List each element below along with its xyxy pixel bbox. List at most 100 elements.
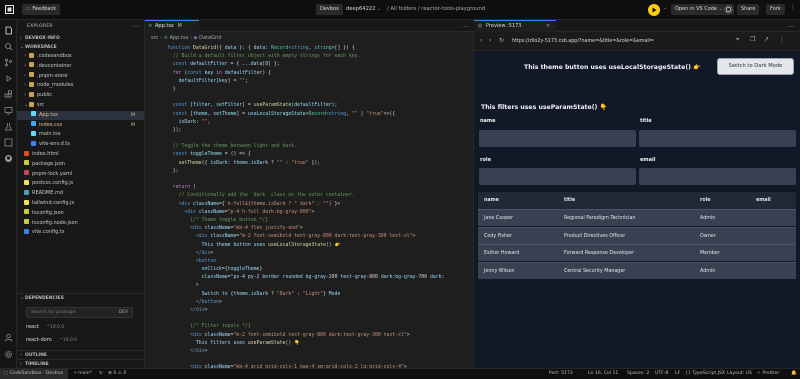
switch-theme-button[interactable]: Switch to Dark Mode [717, 58, 794, 75]
code-line[interactable]: const [theme, setTheme] = useLocalStorag… [145, 111, 474, 119]
problems-indicator[interactable]: ⊗ 0 ⚠ 0 [108, 369, 126, 379]
table-row[interactable]: Jenny Wilson Central Security Manager Admi… [478, 261, 796, 279]
code-line[interactable] [145, 135, 474, 143]
chevron-down-icon[interactable]: ⌄ [377, 6, 381, 12]
breadcrumb-symbol[interactable]: DataGrid [199, 35, 221, 41]
file-tree-item[interactable]: › .devcontainer [17, 62, 144, 71]
outline-section[interactable]: › OUTLINE [17, 350, 144, 359]
dependency-row[interactable]: react ^19.0.0 [17, 323, 144, 332]
codesandbox-logo-icon[interactable] [5, 5, 14, 14]
code-line[interactable]: <div className={`h-full${theme.isDark ? … [145, 201, 474, 209]
prettier-indicator[interactable]: ✓ Prettier [757, 369, 779, 379]
refresh-icon[interactable]: ↻ [499, 37, 504, 44]
branch-indicator[interactable]: ⑂ main* [74, 369, 92, 379]
back-icon[interactable]: ‹ [480, 37, 482, 44]
tab-app-tsx[interactable]: ⚛ App.tsx M [145, 20, 199, 32]
file-tree-item[interactable]: vite.config.ts [17, 228, 144, 237]
filter-input-role[interactable] [479, 168, 636, 185]
file-tree-item[interactable]: tsconfig.json [17, 209, 144, 218]
code-line[interactable]: {/* Theme toggle button */} [145, 217, 474, 225]
column-header[interactable]: name [484, 192, 499, 209]
file-tree-item[interactable]: vite-env.d.ts [17, 140, 144, 149]
column-header[interactable]: email [756, 192, 771, 209]
feedback-button[interactable]: ▭ Feedback [22, 4, 61, 15]
forward-icon[interactable]: › [489, 37, 491, 44]
file-tree-item[interactable]: App.tsx M [17, 110, 144, 120]
code-line[interactable]: }; [145, 168, 474, 176]
code-line[interactable]: <div className="p-4 h-full dark:bg-gray-… [145, 209, 474, 217]
column-header[interactable]: role [700, 192, 711, 209]
code-line[interactable]: }); [145, 127, 474, 135]
code-line[interactable]: onClick={toggleTheme} [145, 266, 474, 274]
code-line[interactable] [145, 94, 474, 102]
device-icon[interactable]: ⌖ [736, 36, 739, 44]
github-icon[interactable] [4, 154, 13, 163]
code-line[interactable]: {/* Filter inputs */} [145, 323, 474, 331]
remote-explorer-icon[interactable] [4, 106, 13, 115]
file-tree-item[interactable]: › .codesandbox [17, 52, 144, 61]
url-input[interactable]: https://zllo2y-5173.csb.app/?name=&title… [512, 36, 734, 47]
code-line[interactable]: > [145, 282, 474, 290]
fork-button[interactable]: Fork [766, 4, 785, 15]
dependency-row[interactable]: react-dom ^19.0.0 [17, 336, 144, 345]
source-control-icon[interactable] [4, 58, 13, 67]
code-line[interactable]: <div className="m-2 font-semibold text-g… [145, 233, 474, 241]
code-line[interactable]: // Build a default filter object with em… [145, 53, 474, 61]
folders-breadcrumb[interactable]: / All folders / reactor-tools-playground [387, 6, 485, 12]
more-icon[interactable]: … [133, 22, 139, 29]
package-search-input[interactable]: Search for package DEV [26, 307, 133, 318]
code-line[interactable]: return ( [145, 184, 474, 192]
account-icon[interactable] [4, 333, 13, 342]
code-line[interactable]: </button> [145, 299, 474, 307]
play-icon[interactable] [648, 4, 660, 16]
encoding[interactable]: UTF-8 [655, 369, 668, 379]
end-of-line[interactable]: LF [675, 369, 680, 379]
devbox-info-section[interactable]: › DEVBOX INFO [17, 34, 144, 43]
file-tree-item[interactable]: › .pnpm-store [17, 72, 144, 81]
share-button[interactable]: Share [737, 4, 760, 15]
filter-input-name[interactable] [479, 130, 636, 147]
remote-indicator[interactable]: ⬚ CodeSandbox · Devbox [0, 369, 68, 379]
code-line[interactable]: function DataGrid({ data }: { data: Reco… [145, 45, 474, 53]
indentation[interactable]: Spaces: 2 [627, 369, 649, 379]
notifications-icon[interactable]: 🔔 [791, 369, 797, 379]
code-line[interactable]: setTheme({ isDark: theme.isDark ? "" : "… [145, 160, 474, 168]
table-row[interactable]: Esther Howard Forward Response Developer M… [478, 244, 796, 261]
code-line[interactable]: className="px-4 py-2 border rounded bg-g… [145, 274, 474, 282]
testing-icon[interactable] [4, 122, 13, 131]
code-line[interactable]: </div> [145, 307, 474, 315]
code-line[interactable]: </div> [145, 348, 474, 356]
code-line[interactable]: defaultFilter[key] = ""; [145, 78, 474, 86]
code-line[interactable]: for (const key in defaultFilter) { [145, 70, 474, 78]
file-tree-item[interactable]: postcss.config.js [17, 179, 144, 188]
more-vertical-icon[interactable]: ⋮ [790, 5, 796, 14]
workspace-section[interactable]: ⌄WORKSPACE [17, 43, 144, 52]
timeline-section[interactable]: › TIMELINE [17, 359, 144, 368]
code-line[interactable]: isDark: "", [145, 119, 474, 127]
table-row[interactable]: Jane Cooper Regional Paradigm Technician A… [478, 209, 796, 226]
debug-icon[interactable] [4, 74, 13, 83]
code-line[interactable]: <button [145, 258, 474, 266]
code-line[interactable]: // Toggle the theme between light and da… [145, 143, 474, 151]
more-vertical-icon[interactable]: ⋮ [779, 36, 785, 43]
copy-icon[interactable]: ❐ [750, 36, 755, 43]
dev-toggle[interactable]: DEV [119, 310, 128, 315]
codesandbox-icon[interactable] [4, 138, 13, 147]
devbox-badge[interactable]: Devbox [316, 4, 343, 15]
keyboard-layout[interactable]: Layout: US [727, 369, 752, 379]
language-mode[interactable]: {} TypeScript JSX [685, 369, 725, 379]
file-tree-item[interactable]: README.md [17, 189, 144, 198]
file-tree-item[interactable]: package.json [17, 160, 144, 169]
file-tree-item[interactable]: ⌄ src [17, 101, 144, 110]
tab-preview[interactable]: ◎ Preview :5173 × [474, 20, 556, 32]
code-line[interactable]: } [145, 86, 474, 94]
files-icon[interactable] [4, 26, 13, 35]
code-line[interactable]: <div className="m-2 font-semibold text-g… [145, 332, 474, 340]
file-tree-item[interactable]: main.tsx [17, 130, 144, 139]
editor-more-icon[interactable]: … [463, 22, 469, 29]
code-line[interactable] [145, 356, 474, 364]
filter-input-email[interactable] [639, 168, 796, 185]
close-icon[interactable]: × [546, 21, 550, 32]
file-tree-item[interactable]: index.html [17, 150, 144, 159]
code-line[interactable]: </div> [145, 250, 474, 258]
